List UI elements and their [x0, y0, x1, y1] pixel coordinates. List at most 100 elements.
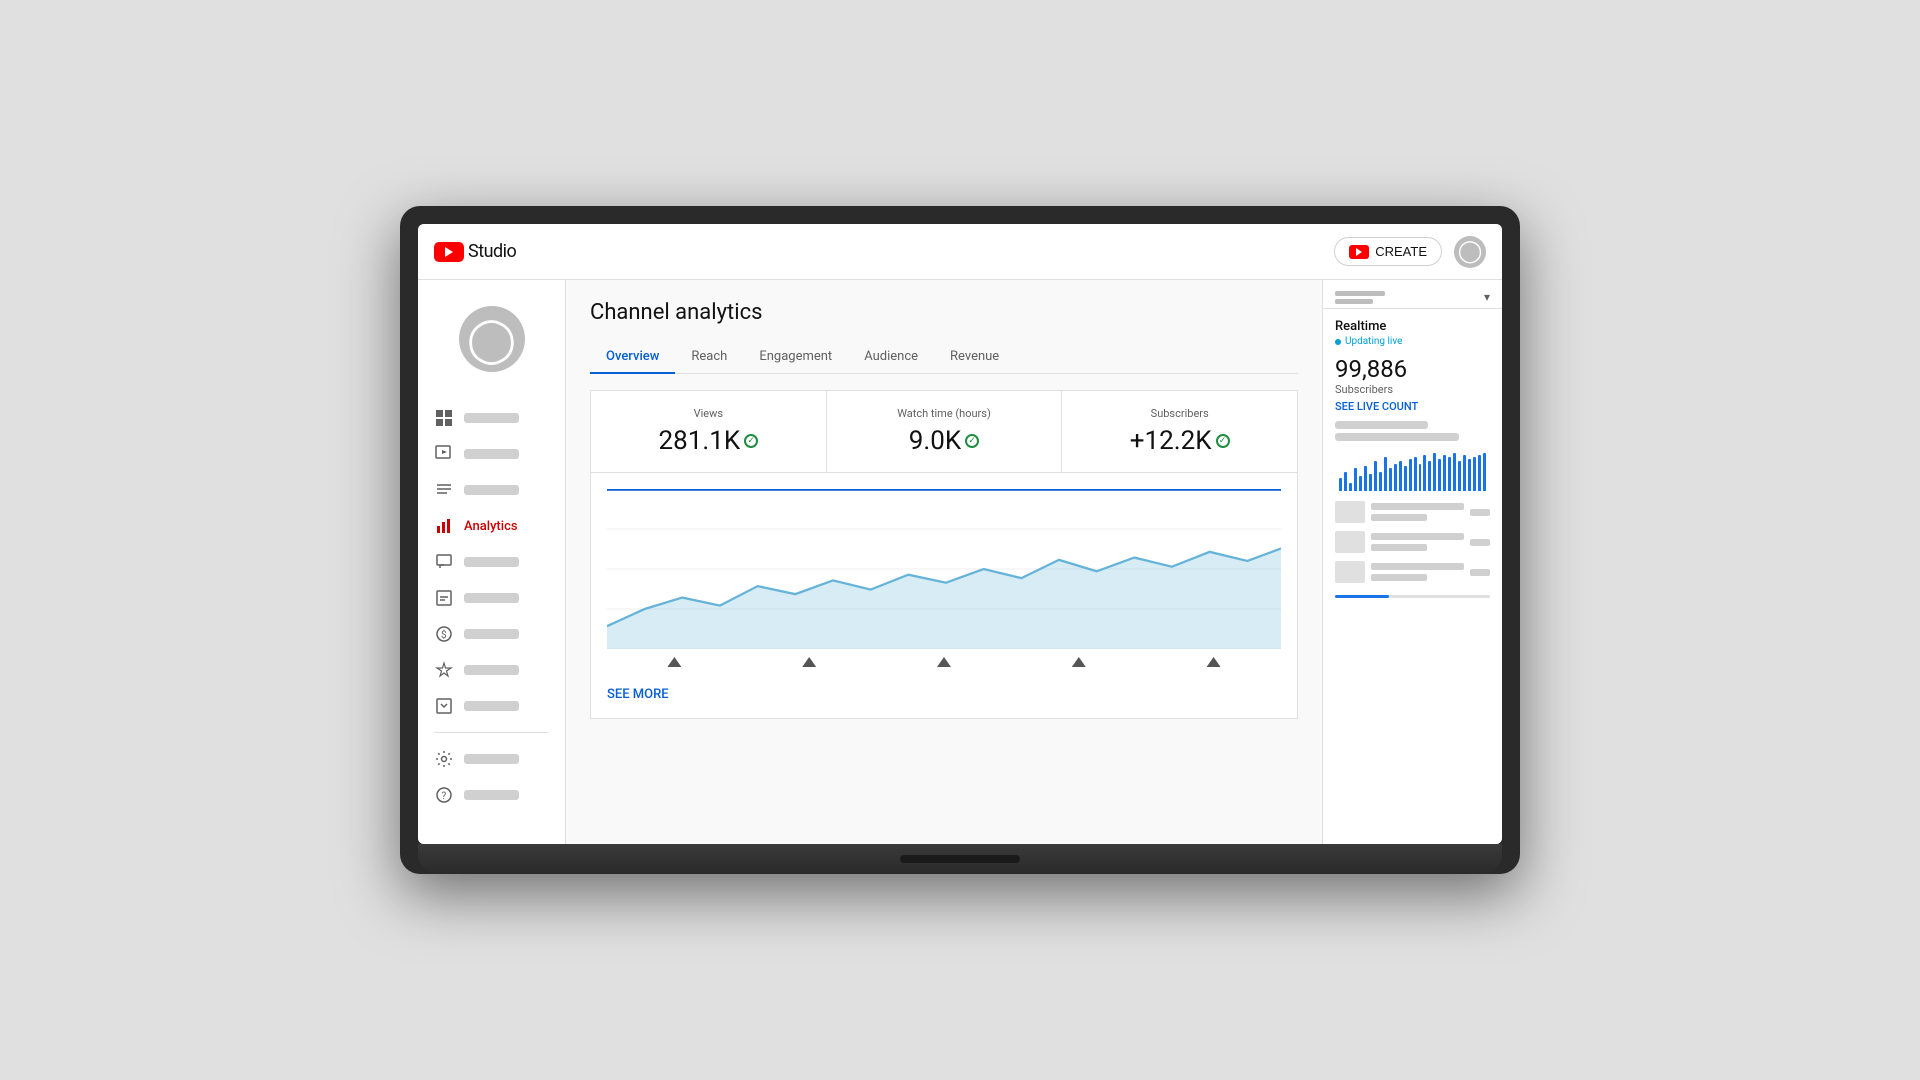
realtime-header: ▾: [1323, 280, 1502, 309]
sidebar-item-subtitles[interactable]: [418, 580, 565, 616]
chart-marker-5: [1207, 657, 1221, 667]
sidebar-item-playlists[interactable]: [418, 472, 565, 508]
svg-text:$: $: [441, 628, 447, 641]
rt-thumb-2: [1335, 531, 1365, 553]
realtime-title: Realtime: [1335, 319, 1490, 334]
rt-bars-2: [1371, 533, 1464, 551]
filter-dropdown-icon[interactable]: ▾: [1484, 290, 1490, 304]
rt-num-1: [1470, 509, 1490, 516]
subscribers-value: +12.2K ✓: [1086, 426, 1273, 456]
mini-bar-item: [1409, 459, 1412, 491]
avatar-icon: ◯: [1458, 239, 1483, 264]
youtube-icon: [434, 242, 464, 262]
realtime-panel: ▾ Realtime Updating live 99,886 Subscrib…: [1322, 280, 1502, 844]
mini-bar-item: [1414, 457, 1417, 491]
sidebar-label-help: [464, 790, 519, 800]
topbar: Studio CREATE ◯: [418, 224, 1502, 280]
rt-bar-long-2: [1371, 533, 1464, 540]
sidebar-label-content: [464, 449, 519, 459]
sidebar-item-dashboard[interactable]: [418, 400, 565, 436]
content-icon: [434, 444, 454, 464]
tab-reach[interactable]: Reach: [675, 341, 743, 374]
watch-time-value: 9.0K ✓: [851, 426, 1038, 456]
sidebar-item-analytics[interactable]: Analytics: [418, 508, 565, 544]
studio-label: Studio: [468, 241, 516, 262]
mini-bar-item: [1349, 483, 1352, 491]
playlists-icon: [434, 480, 454, 500]
realtime-mini-label-1: [1335, 421, 1428, 429]
subscribers-check-icon: ✓: [1216, 434, 1230, 448]
chart-marker-4: [1072, 657, 1086, 667]
see-more-link[interactable]: SEE MORE: [607, 675, 1281, 702]
sidebar-item-settings[interactable]: [418, 741, 565, 777]
svg-text:?: ?: [442, 791, 447, 802]
filter-bars: [1335, 291, 1385, 304]
sidebar-item-monetization[interactable]: $: [418, 616, 565, 652]
sidebar-item-help[interactable]: ?: [418, 777, 565, 813]
create-icon: [1349, 245, 1369, 259]
library-icon: [434, 696, 454, 716]
create-button[interactable]: CREATE: [1334, 237, 1442, 266]
mini-bar-item: [1463, 455, 1466, 491]
page-title: Channel analytics: [590, 300, 1298, 325]
rt-num-3: [1470, 569, 1490, 576]
realtime-progress-bar: [1335, 595, 1490, 598]
realtime-row-1: [1335, 501, 1490, 523]
youtube-logo[interactable]: Studio: [434, 241, 516, 262]
see-live-count-link[interactable]: SEE LIVE COUNT: [1335, 400, 1490, 413]
sidebar-nav: Analytics: [418, 400, 565, 813]
mini-bar-item: [1374, 461, 1377, 491]
stat-watch-time: Watch time (hours) 9.0K ✓: [827, 391, 1063, 472]
rt-bar-short-1: [1371, 514, 1427, 521]
mini-bar-item: [1428, 461, 1431, 491]
sidebar-item-library[interactable]: [418, 688, 565, 724]
rt-num-2: [1470, 539, 1490, 546]
comments-icon: [434, 552, 454, 572]
sidebar-label-dashboard: [464, 413, 519, 423]
filter-bar-1: [1335, 291, 1385, 296]
tab-audience[interactable]: Audience: [848, 341, 934, 374]
mini-bar-item: [1394, 464, 1397, 491]
live-text: Updating live: [1345, 336, 1402, 347]
sidebar-avatar[interactable]: ◯: [459, 306, 525, 372]
sidebar-profile: ◯: [418, 296, 565, 400]
customization-icon: [434, 660, 454, 680]
chart-markers: [607, 649, 1281, 675]
tab-engagement[interactable]: Engagement: [743, 341, 848, 374]
mini-bar-item: [1399, 461, 1402, 491]
rt-thumb-1: [1335, 501, 1365, 523]
rt-bar-long-3: [1371, 563, 1464, 570]
chart-marker-1: [667, 657, 681, 667]
mini-bar-item: [1433, 453, 1436, 491]
main-content: Channel analytics Overview Reach Engagem…: [566, 280, 1322, 844]
rt-bars-1: [1371, 503, 1464, 521]
settings-icon: [434, 749, 454, 769]
analytics-tabs: Overview Reach Engagement Audience Reven…: [590, 341, 1298, 374]
mini-bar-item: [1369, 474, 1372, 491]
realtime-mini-label-2: [1335, 433, 1459, 441]
realtime-row-3: [1335, 561, 1490, 583]
topbar-right: CREATE ◯: [1334, 236, 1486, 268]
sidebar-item-comments[interactable]: [418, 544, 565, 580]
sidebar-item-content[interactable]: [418, 436, 565, 472]
mini-bar-item: [1443, 455, 1446, 491]
mini-bar-item: [1423, 455, 1426, 491]
watch-time-label: Watch time (hours): [851, 407, 1038, 420]
user-avatar[interactable]: ◯: [1454, 236, 1486, 268]
mini-bar-item: [1438, 459, 1441, 491]
mini-bar-item: [1384, 457, 1387, 491]
analytics-icon: [434, 516, 454, 536]
subscribers-label: Subscribers: [1086, 407, 1273, 420]
mini-bar-item: [1483, 453, 1486, 491]
sidebar-item-customization[interactable]: [418, 652, 565, 688]
mini-bar-item: [1404, 466, 1407, 491]
tab-revenue[interactable]: Revenue: [934, 341, 1015, 374]
mini-bar-item: [1419, 464, 1422, 491]
mini-bar-item: [1458, 461, 1461, 491]
realtime-row-2: [1335, 531, 1490, 553]
monetization-icon: $: [434, 624, 454, 644]
sidebar-label-subtitles: [464, 593, 519, 603]
tab-overview[interactable]: Overview: [590, 341, 675, 374]
mini-bar-item: [1389, 468, 1392, 491]
main-layout: ◯: [418, 280, 1502, 844]
